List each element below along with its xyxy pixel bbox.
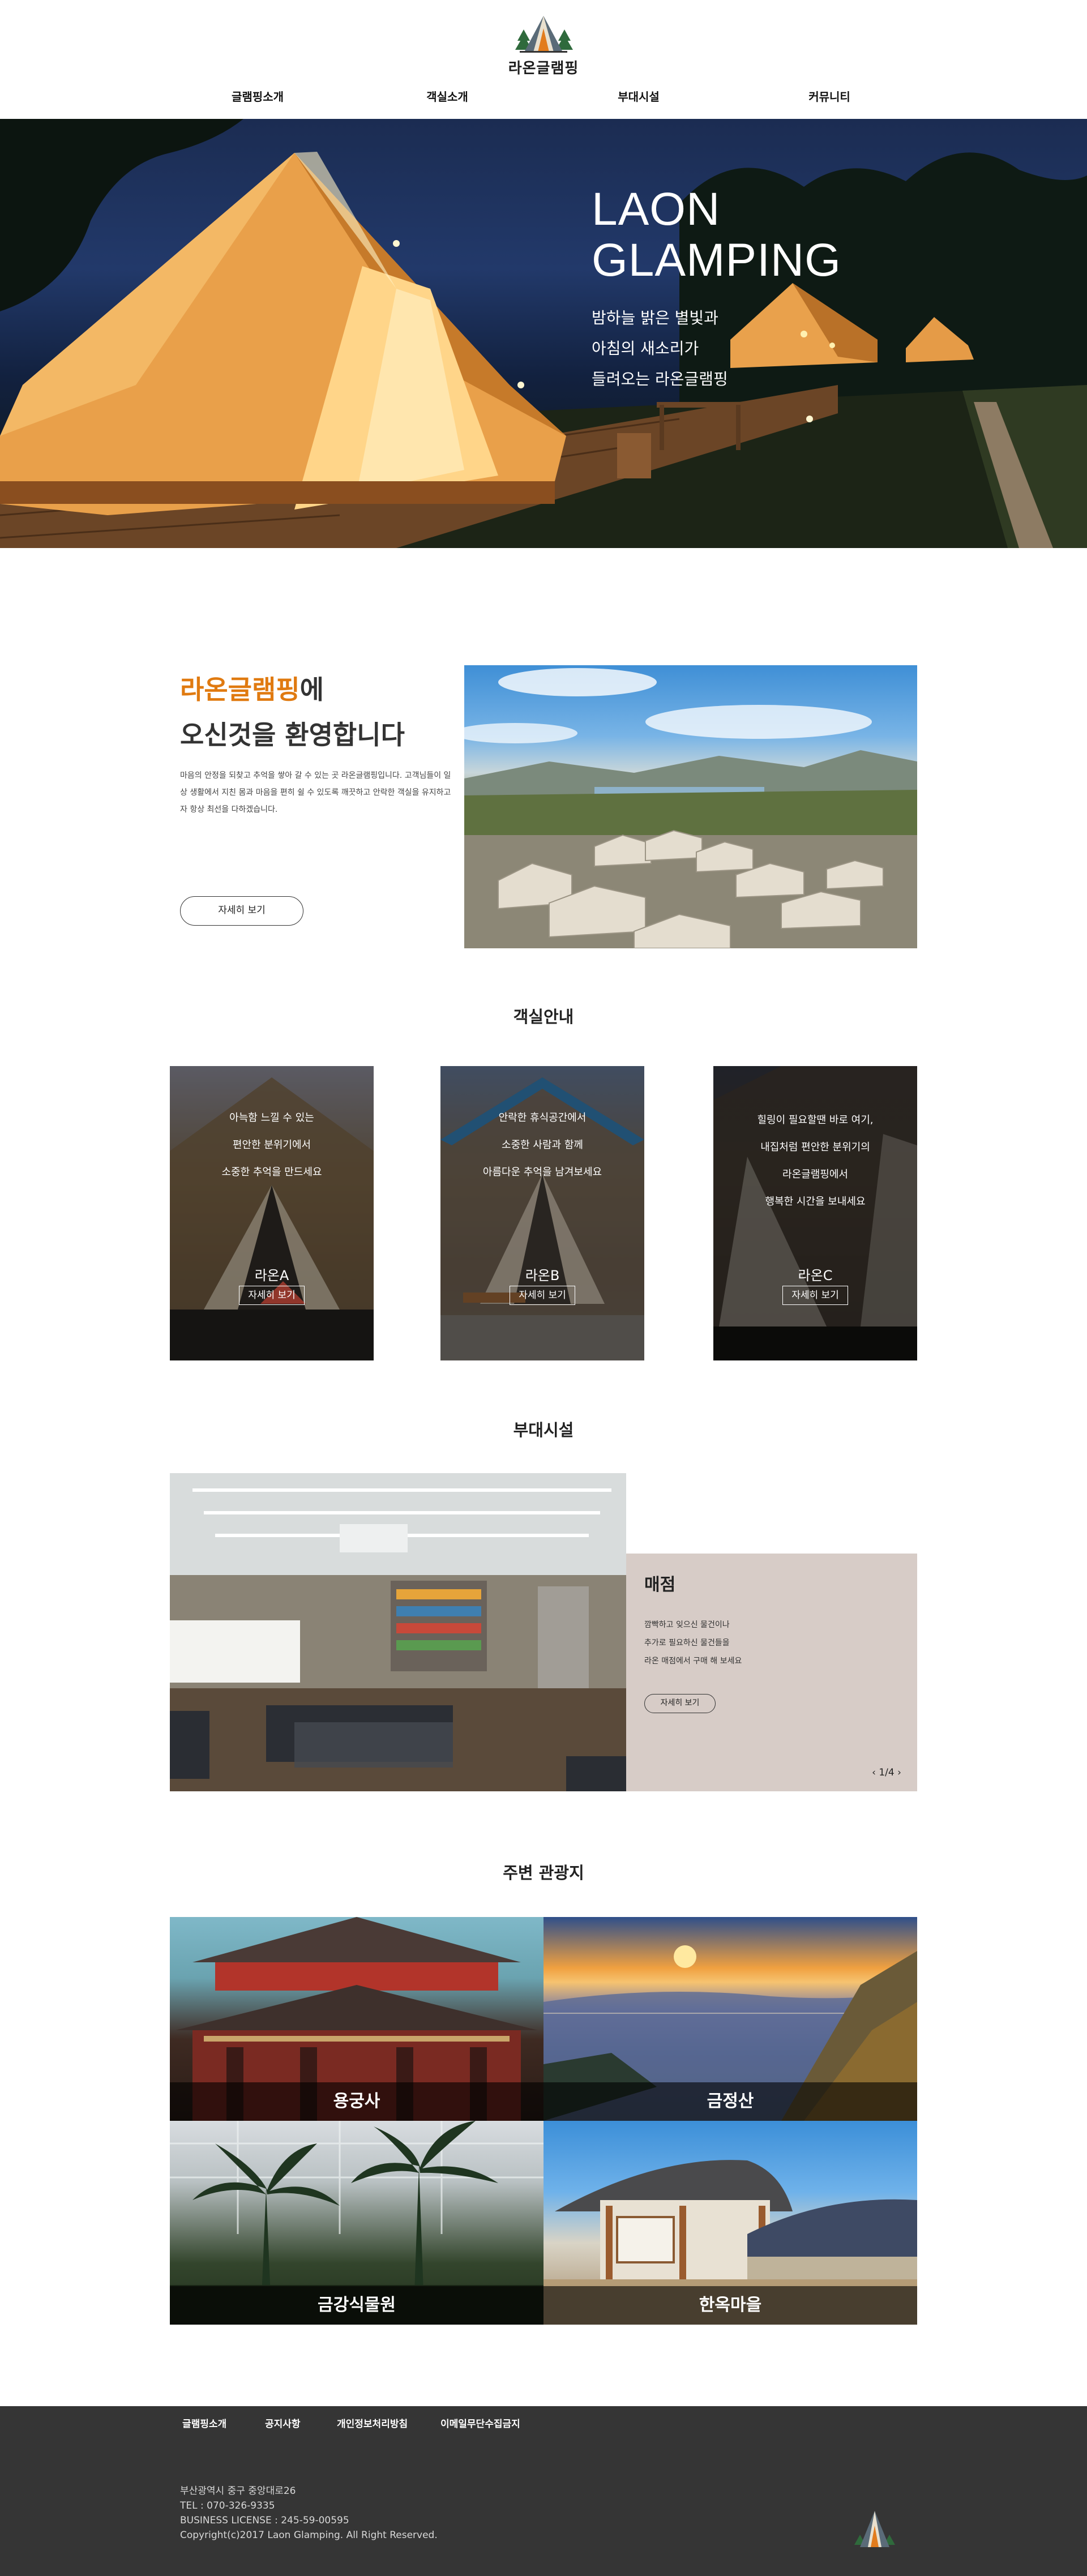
room-a-name: 라온A — [254, 1268, 289, 1283]
room-a-line: 소중한 추억을 만드세요 — [221, 1166, 322, 1178]
logo[interactable]: 라온글램핑 — [504, 12, 583, 78]
footer-copyright: Copyright(c)2017 Laon Glamping. All Righ… — [180, 2530, 438, 2541]
welcome-title-line2: 오신것을 환영합니다 — [180, 720, 405, 750]
pager-count: 1/4 — [879, 1767, 895, 1778]
room-a-line: 편안한 분위기에서 — [232, 1139, 311, 1151]
footer-tel: TEL : 070-326-9335 — [180, 2500, 275, 2511]
hero-subtitle: 밤하늘 밝은 별빛과 아침의 새소리가 들려오는 라온글램핑 — [592, 303, 728, 395]
nav-item-rooms[interactable]: 객실소개 — [385, 88, 510, 104]
nav-item-community[interactable]: 커뮤니티 — [767, 88, 892, 104]
room-a-description: 아늑함 느낄 수 있는 편안한 분위기에서 소중한 추억을 만드세요 — [170, 1105, 374, 1186]
room-b-line: 소중한 사람과 함께 — [502, 1139, 583, 1151]
attraction-tile-yonggungsa[interactable]: 용궁사 — [170, 1917, 544, 2121]
room-b-more-button[interactable]: 자세히 보기 — [510, 1286, 575, 1305]
welcome-title: 라온글램핑에 오신것을 환영합니다 — [180, 667, 405, 758]
attraction-label: 금정산 — [544, 2082, 917, 2121]
footer-license: BUSINESS LICENSE : 245-59-00595 — [180, 2515, 349, 2526]
footer-address: 부산광역시 중구 중앙대로26 — [180, 2485, 296, 2497]
chevron-left-icon[interactable]: ‹ — [872, 1764, 876, 1781]
footer-logo[interactable] — [851, 2505, 898, 2553]
facility-pager: ‹ 1/4 › — [864, 1764, 909, 1781]
room-c-line: 라온글램핑에서 — [782, 1169, 848, 1180]
facility-desc-line: 깜빡하고 잊으신 물건이나 — [644, 1620, 730, 1629]
facility-desc-line: 라온 매점에서 구매 해 보세요 — [644, 1657, 742, 1666]
campsite-illustration — [464, 668, 917, 948]
room-c-name: 라온C — [798, 1268, 833, 1283]
facility-description: 깜빡하고 잊으신 물건이나 추가로 필요하신 물건들을 라온 매점에서 구매 해… — [644, 1616, 871, 1670]
store-interior-photo — [170, 1473, 626, 1791]
welcome-title-accent: 라온글램핑 — [180, 674, 300, 705]
attraction-tile-hanok-village[interactable]: 한옥마을 — [544, 2121, 917, 2325]
logo-text: 라온글램핑 — [508, 60, 579, 77]
room-c-line: 힐링이 필요할땐 바로 여기, — [757, 1114, 874, 1126]
facility-info-panel: 매점 깜빡하고 잊으신 물건이나 추가로 필요하신 물건들을 라온 매점에서 구… — [626, 1554, 917, 1791]
hero-sub-line1: 밤하늘 밝은 별빛과 — [592, 309, 718, 327]
attraction-tile-botanical-garden[interactable]: 금강식물원 — [170, 2121, 544, 2325]
room-card-c[interactable]: 힐링이 필요할땐 바로 여기, 내집처럼 편안한 분위기의 라온글램핑에서 행복… — [713, 1066, 917, 1360]
footer-link-privacy[interactable]: 개인정보처리방침 — [337, 2416, 408, 2430]
nav-item-facility[interactable]: 부대시설 — [576, 88, 701, 104]
hero-sub-line2: 아침의 새소리가 — [592, 339, 699, 358]
glamping-tent-image — [0, 119, 1087, 548]
room-c-line: 행복한 시간을 보내세요 — [765, 1196, 866, 1208]
tent-logo-icon — [515, 16, 573, 53]
room-a-line: 아늑함 느낄 수 있는 — [229, 1112, 314, 1124]
attraction-label: 한옥마을 — [544, 2286, 917, 2325]
attraction-tile-geumjeongsan[interactable]: 금정산 — [544, 1917, 917, 2121]
footer-info: 부산광역시 중구 중앙대로26 TEL : 070-326-9335 BUSIN… — [180, 2484, 438, 2543]
hero-title-line2: GLAMPING — [592, 234, 841, 286]
footer-link-intro[interactable]: 글램핑소개 — [182, 2416, 226, 2430]
site-footer: 글램핑소개 공지사항 개인정보처리방침 이메일무단수집금지 부산광역시 중구 중… — [0, 2406, 1087, 2576]
campsite-aerial-photo — [464, 665, 917, 948]
hero-title-line1: LAON — [592, 183, 721, 235]
store-interior-illustration — [170, 1473, 626, 1791]
room-b-line: 아름다운 추억을 남겨보세요 — [482, 1166, 602, 1178]
tent-logo-icon — [854, 2511, 895, 2547]
main-nav: 글램핑소개 객실소개 부대시설 커뮤니티 — [0, 88, 1087, 110]
room-c-description: 힐링이 필요할땐 바로 여기, 내집처럼 편안한 분위기의 라온글램핑에서 행복… — [713, 1107, 917, 1216]
chevron-right-icon[interactable]: › — [897, 1764, 901, 1781]
room-b-line: 안락한 휴식공간에서 — [498, 1112, 587, 1124]
site-header: 라온글램핑 글램핑소개 객실소개 부대시설 커뮤니티 — [0, 0, 1087, 119]
welcome-description: 마음의 안정을 되찾고 추억을 쌓아 갈 수 있는 곳 라온글램핑입니다. 고객… — [180, 771, 451, 814]
hero-sub-line3: 들려오는 라온글램핑 — [592, 370, 728, 388]
footer-link-email-policy[interactable]: 이메일무단수집금지 — [440, 2416, 520, 2430]
room-c-more-button[interactable]: 자세히 보기 — [782, 1286, 848, 1305]
hero-banner: LAON GLAMPING 밤하늘 밝은 별빛과 아침의 새소리가 들려오는 라… — [0, 119, 1087, 548]
welcome-more-button[interactable]: 자세히 보기 — [180, 896, 303, 926]
room-c-line: 내집처럼 편안한 분위기의 — [760, 1141, 870, 1153]
rooms-title: 객실안내 — [513, 1007, 574, 1026]
facility-name: 매점 — [644, 1575, 676, 1595]
facility-more-button[interactable]: 자세히 보기 — [644, 1694, 716, 1713]
attraction-label: 용궁사 — [170, 2082, 544, 2121]
room-a-more-button[interactable]: 자세히 보기 — [239, 1286, 305, 1305]
attractions-title: 주변 관광지 — [503, 1863, 584, 1882]
room-b-name: 라온B — [525, 1268, 560, 1283]
welcome-title-suffix: 에 — [299, 674, 324, 705]
facility-desc-line: 추가로 필요하신 물건들을 — [644, 1638, 730, 1648]
nav-item-intro[interactable]: 글램핑소개 — [195, 88, 320, 104]
facility-title: 부대시설 — [513, 1420, 574, 1440]
room-b-description: 안락한 휴식공간에서 소중한 사람과 함께 아름다운 추억을 남겨보세요 — [440, 1105, 644, 1186]
room-card-a[interactable]: 아늑함 느낄 수 있는 편안한 분위기에서 소중한 추억을 만드세요 라온A 자… — [170, 1066, 374, 1360]
room-card-b[interactable]: 안락한 휴식공간에서 소중한 사람과 함께 아름다운 추억을 남겨보세요 라온B… — [440, 1066, 644, 1360]
attraction-label: 금강식물원 — [170, 2286, 544, 2325]
footer-link-notice[interactable]: 공지사항 — [265, 2416, 301, 2430]
hero-title: LAON GLAMPING — [592, 184, 841, 286]
